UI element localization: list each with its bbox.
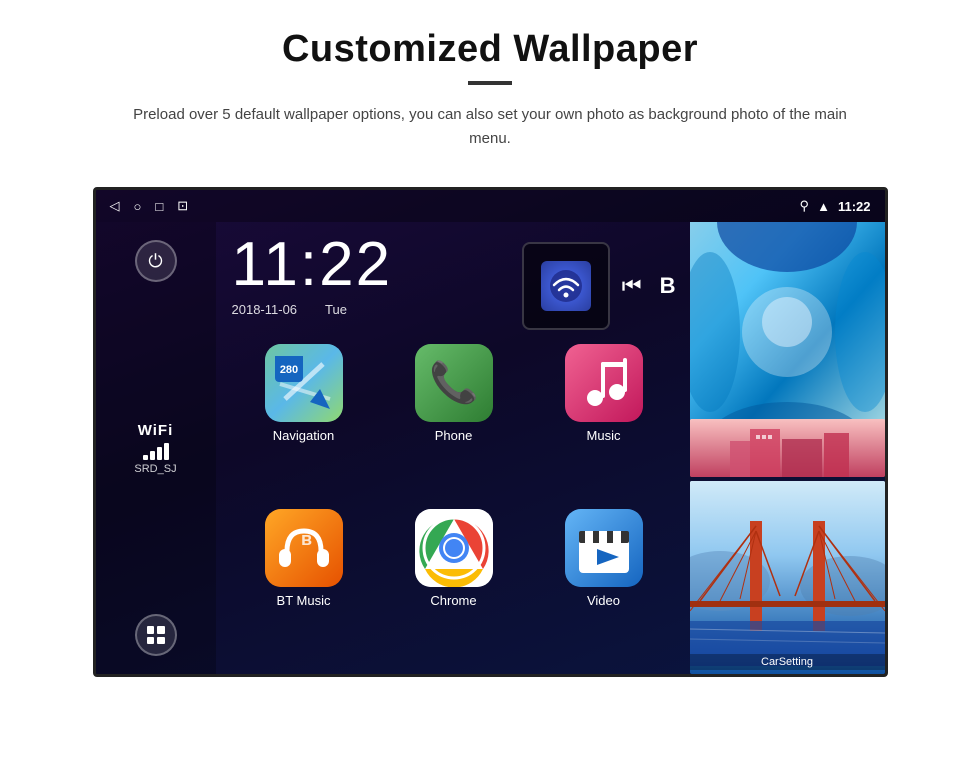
- music-app-icon: [565, 344, 643, 422]
- page-header: Customized Wallpaper Preload over 5 defa…: [0, 0, 980, 167]
- bt-music-app-icon: ʙ: [265, 509, 343, 587]
- status-bar-left: ◁ ○ □ ⊡: [110, 198, 189, 214]
- grid-dot: [157, 626, 165, 634]
- app-item-phone[interactable]: 📞 Phone: [386, 344, 522, 495]
- status-bar: ◁ ○ □ ⊡ ⚲ ▲ 11:22: [96, 190, 885, 222]
- wifi-bar-2: [150, 451, 155, 460]
- wifi-ssid: SRD_SJ: [134, 463, 176, 475]
- clock-section: 11:22 2018-11-06 Tue: [232, 234, 506, 317]
- bt-music-app-label: BT Music: [277, 593, 331, 608]
- page-subtitle: Preload over 5 default wallpaper options…: [130, 103, 850, 151]
- apps-grid-button[interactable]: [135, 614, 177, 656]
- video-app-label: Video: [587, 593, 620, 608]
- signal-icon: ▲: [817, 199, 830, 214]
- navigation-app-icon: 280: [265, 344, 343, 422]
- grid-dot: [147, 637, 155, 645]
- app-item-chrome[interactable]: Chrome: [386, 509, 522, 660]
- svg-text:280: 280: [279, 364, 297, 376]
- wallpaper-building[interactable]: [690, 419, 885, 477]
- bluetooth-label: B: [660, 273, 676, 299]
- widget-area: ⏮ B: [522, 234, 676, 330]
- main-area: 11:22 2018-11-06 Tue: [216, 222, 692, 674]
- chrome-app-icon: [415, 509, 493, 587]
- media-controls: ⏮ B: [622, 273, 676, 299]
- back-nav-icon[interactable]: ◁: [110, 198, 120, 214]
- prev-track-button[interactable]: ⏮: [622, 273, 642, 299]
- power-button[interactable]: ⏻: [135, 240, 177, 282]
- date-value: 2018-11-06: [232, 302, 298, 317]
- wallpaper-ice[interactable]: [690, 222, 885, 415]
- svg-text:ʙ: ʙ: [301, 529, 312, 549]
- clock-date: 2018-11-06 Tue: [232, 302, 506, 317]
- grid-dot: [157, 637, 165, 645]
- app-item-video[interactable]: Video: [536, 509, 672, 660]
- wallpaper-bridge[interactable]: CarSetting: [690, 481, 885, 674]
- app-grid: 280 Navigation: [216, 330, 692, 674]
- grid-icon: [147, 626, 165, 644]
- navigation-app-label: Navigation: [273, 428, 334, 443]
- wifi-bar-4: [164, 443, 169, 460]
- cast-widget[interactable]: [522, 242, 610, 330]
- day-value: Tue: [325, 302, 347, 317]
- title-divider: [468, 81, 512, 85]
- status-bar-right: ⚲ ▲ 11:22: [800, 198, 871, 214]
- phone-content: ⏻ WiFi SRD_SJ: [96, 222, 885, 674]
- sidebar: ⏻ WiFi SRD_SJ: [96, 222, 216, 674]
- wallpaper-panel: CarSetting: [690, 222, 885, 674]
- recent-nav-icon[interactable]: □: [155, 199, 163, 214]
- app-item-navigation[interactable]: 280 Navigation: [236, 344, 372, 495]
- screenshot-icon: ⊡: [177, 198, 188, 214]
- page-title: Customized Wallpaper: [40, 28, 940, 71]
- phone-app-label: Phone: [435, 428, 473, 443]
- wifi-bar-1: [143, 455, 148, 460]
- cast-svg: [545, 265, 587, 307]
- carsetting-label: CarSetting: [690, 654, 885, 670]
- page-wrapper: Customized Wallpaper Preload over 5 defa…: [0, 0, 980, 697]
- wifi-bars: [134, 443, 176, 460]
- screenshot-area: ◁ ○ □ ⊡ ⚲ ▲ 11:22 ⏻: [0, 167, 980, 697]
- cast-icon: [541, 261, 591, 311]
- wifi-widget: WiFi SRD_SJ: [134, 422, 176, 475]
- svg-text:📞: 📞: [429, 357, 479, 405]
- clock-row: 11:22 2018-11-06 Tue: [216, 222, 692, 330]
- phone-app-icon: 📞: [415, 344, 493, 422]
- app-item-music[interactable]: Music: [536, 344, 672, 495]
- status-time: 11:22: [838, 199, 871, 214]
- clock-time: 11:22: [232, 234, 506, 296]
- wifi-label: WiFi: [134, 422, 176, 439]
- location-icon: ⚲: [800, 198, 810, 214]
- wifi-bar-3: [157, 447, 162, 460]
- power-icon: ⏻: [148, 251, 162, 272]
- video-app-icon: [565, 509, 643, 587]
- chrome-app-label: Chrome: [430, 593, 476, 608]
- grid-dot: [147, 626, 155, 634]
- music-app-label: Music: [587, 428, 621, 443]
- home-nav-icon[interactable]: ○: [134, 199, 142, 214]
- phone-screen: ◁ ○ □ ⊡ ⚲ ▲ 11:22 ⏻: [93, 187, 888, 677]
- app-item-bt-music[interactable]: ʙ BT Music: [236, 509, 372, 660]
